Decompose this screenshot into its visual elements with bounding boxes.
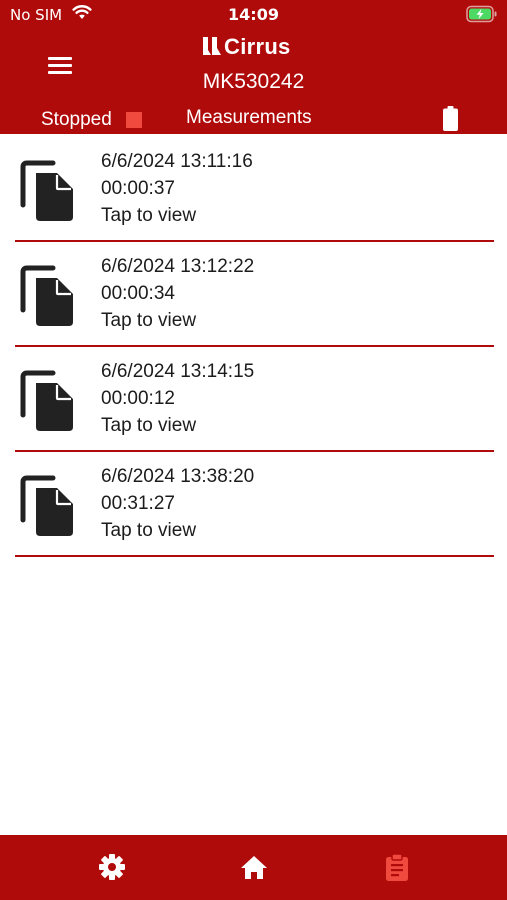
measurement-duration: 00:00:37 [101, 178, 175, 199]
measurement-date: 6/6/2024 13:38:20 [101, 466, 255, 487]
page-title: Measurements [186, 107, 312, 128]
file-copy-icon [20, 370, 73, 431]
measurement-duration: 00:00:34 [101, 283, 175, 304]
status-bar: No SIM 14:09 [0, 0, 507, 32]
measurement-item[interactable]: 6/6/2024 13:11:16 00:00:37 Tap to view [15, 137, 494, 242]
bottom-tab-bar [0, 835, 507, 900]
nav-home[interactable] [239, 852, 269, 882]
home-icon [241, 856, 267, 879]
tap-to-view-hint: Tap to view [101, 205, 197, 226]
cirrus-logo: Cirrus [200, 34, 310, 60]
measurement-duration: 00:31:27 [101, 493, 175, 514]
tap-to-view-hint: Tap to view [101, 415, 197, 436]
clipboard-icon [386, 853, 408, 881]
cirrus-logo-mark [203, 37, 221, 55]
battery-full-icon [443, 106, 458, 131]
device-id: MK530242 [202, 70, 305, 93]
battery-charging-icon [466, 5, 497, 23]
measurement-list: 6/6/2024 13:11:16 00:00:37 Tap to view 6… [15, 137, 494, 557]
file-copy-icon [20, 265, 73, 326]
tap-to-view-hint: Tap to view [101, 310, 197, 331]
measurement-date: 6/6/2024 13:12:22 [101, 256, 255, 277]
clock: 14:09 [228, 5, 279, 24]
measurement-date: 6/6/2024 13:14:15 [101, 361, 255, 382]
nav-measurements[interactable] [382, 852, 412, 882]
measurement-item[interactable]: 6/6/2024 13:38:20 00:31:27 Tap to view [15, 452, 494, 557]
tap-to-view-hint: Tap to view [101, 520, 197, 541]
stopped-indicator [126, 112, 142, 128]
settings-gear-icon [99, 854, 125, 880]
measurement-item[interactable]: 6/6/2024 13:12:22 00:00:34 Tap to view [15, 242, 494, 347]
measurement-duration: 00:00:12 [101, 388, 175, 409]
recording-status-label: Stopped [41, 109, 112, 130]
measurement-item[interactable]: 6/6/2024 13:14:15 00:00:12 Tap to view [15, 347, 494, 452]
file-copy-icon [20, 475, 73, 536]
nav-settings[interactable] [97, 852, 127, 882]
brand-name: Cirrus [224, 34, 291, 59]
hamburger-menu-icon [48, 57, 72, 60]
app-header: No SIM 14:09 Cirrus MK530242 Stopped Mea… [0, 0, 507, 134]
measurement-date: 6/6/2024 13:11:16 [101, 151, 253, 172]
file-copy-icon [20, 160, 73, 221]
